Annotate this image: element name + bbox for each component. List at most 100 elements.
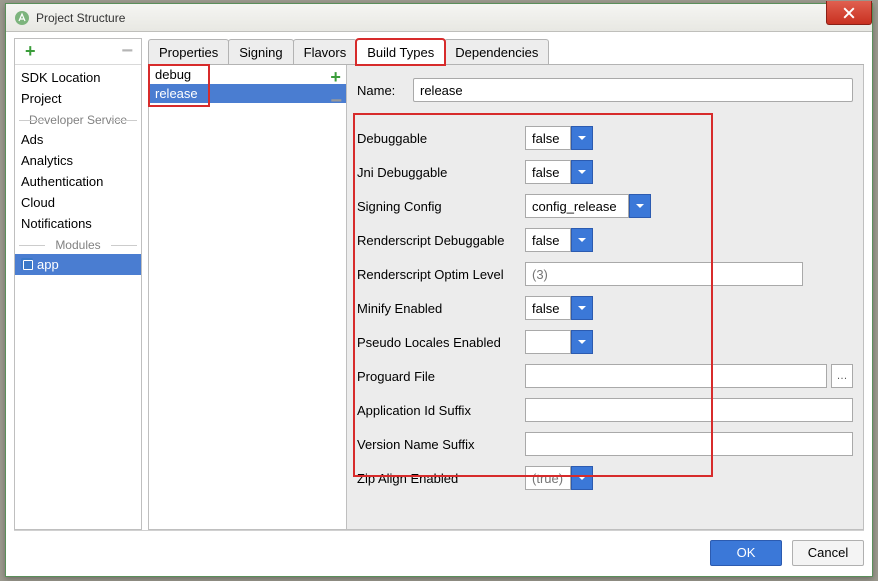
sidebar-item-app[interactable]: app (15, 254, 141, 275)
value-app-id-suffix[interactable] (525, 398, 853, 422)
value-debuggable[interactable] (525, 126, 571, 150)
sidebar-header-developer-services: Developer Service (15, 113, 141, 127)
chevron-down-icon (577, 473, 587, 483)
cancel-button[interactable]: Cancel (792, 540, 864, 566)
sidebar-item-project[interactable]: Project (15, 88, 141, 109)
sidebar-item-label: app (37, 257, 59, 272)
tab-flavors[interactable]: Flavors (293, 39, 358, 64)
sidebar-add-button[interactable]: + (25, 41, 36, 62)
combo-minify-enabled[interactable] (525, 296, 593, 320)
ok-button[interactable]: OK (710, 540, 782, 566)
chevron-down-icon (635, 201, 645, 211)
row-app-id-suffix: Application Id Suffix (357, 393, 853, 427)
build-types-list: debug release + − (149, 65, 347, 529)
dropdown-zip-align[interactable] (571, 466, 593, 490)
dropdown-minify-enabled[interactable] (571, 296, 593, 320)
dialog-body: + − SDK Location Project Developer Servi… (6, 32, 872, 530)
combo-zip-align[interactable] (525, 466, 593, 490)
label-pseudo-locales: Pseudo Locales Enabled (357, 335, 525, 350)
row-name: Name: (357, 73, 853, 107)
sidebar-tools: + − (15, 39, 141, 65)
module-icon (21, 258, 33, 270)
value-zip-align[interactable] (525, 466, 571, 490)
chevron-down-icon (577, 167, 587, 177)
sidebar: + − SDK Location Project Developer Servi… (14, 38, 142, 530)
value-renderscript-optim[interactable] (525, 262, 803, 286)
window-title: Project Structure (36, 11, 125, 25)
label-version-name-suffix: Version Name Suffix (357, 437, 525, 452)
label-app-id-suffix: Application Id Suffix (357, 403, 525, 418)
dropdown-debuggable[interactable] (571, 126, 593, 150)
tab-dependencies[interactable]: Dependencies (444, 39, 549, 64)
label-renderscript-optim: Renderscript Optim Level (357, 267, 525, 282)
dropdown-signing-config[interactable] (629, 194, 651, 218)
row-proguard-file: Proguard File … (357, 359, 853, 393)
proguard-browse-button[interactable]: … (831, 364, 853, 388)
sidebar-item-authentication[interactable]: Authentication (15, 171, 141, 192)
build-types-tools: + − (330, 67, 342, 113)
build-type-release[interactable]: release (149, 84, 346, 103)
row-jni-debuggable: Jni Debuggable (357, 155, 853, 189)
row-renderscript-debuggable: Renderscript Debuggable (357, 223, 853, 257)
main: Properties Signing Flavors Build Types D… (148, 38, 864, 530)
value-renderscript-debuggable[interactable] (525, 228, 571, 252)
row-minify-enabled: Minify Enabled (357, 291, 853, 325)
label-minify-enabled: Minify Enabled (357, 301, 525, 316)
dropdown-pseudo-locales[interactable] (571, 330, 593, 354)
chevron-down-icon (577, 133, 587, 143)
tabs: Properties Signing Flavors Build Types D… (148, 38, 864, 65)
sidebar-item-cloud[interactable]: Cloud (15, 192, 141, 213)
dropdown-jni-debuggable[interactable] (571, 160, 593, 184)
name-label: Name: (357, 83, 413, 98)
row-renderscript-optim: Renderscript Optim Level (357, 257, 853, 291)
value-signing-config[interactable] (525, 194, 629, 218)
sidebar-item-ads[interactable]: Ads (15, 129, 141, 150)
label-signing-config: Signing Config (357, 199, 525, 214)
build-type-debug[interactable]: debug (149, 65, 346, 84)
row-version-name-suffix: Version Name Suffix (357, 427, 853, 461)
value-proguard-file[interactable] (525, 364, 827, 388)
project-structure-window: Project Structure + − SDK Location Proje… (5, 3, 873, 577)
label-renderscript-debuggable: Renderscript Debuggable (357, 233, 525, 248)
sidebar-remove-button[interactable]: − (121, 40, 133, 63)
tab-build-types[interactable]: Build Types (356, 39, 445, 65)
close-button[interactable] (826, 1, 872, 25)
chevron-down-icon (577, 303, 587, 313)
combo-debuggable[interactable] (525, 126, 593, 150)
label-proguard-file: Proguard File (357, 369, 525, 384)
label-debuggable: Debuggable (357, 131, 525, 146)
sidebar-item-notifications[interactable]: Notifications (15, 213, 141, 234)
chevron-down-icon (577, 337, 587, 347)
combo-jni-debuggable[interactable] (525, 160, 593, 184)
dropdown-renderscript-debuggable[interactable] (571, 228, 593, 252)
sidebar-item-sdk-location[interactable]: SDK Location (15, 67, 141, 88)
name-input[interactable] (413, 78, 853, 102)
build-types-remove-button[interactable]: − (330, 90, 342, 113)
label-zip-align: Zip Align Enabled (357, 471, 525, 486)
sidebar-item-analytics[interactable]: Analytics (15, 150, 141, 171)
row-signing-config: Signing Config (357, 189, 853, 223)
row-zip-align: Zip Align Enabled (357, 461, 853, 495)
value-pseudo-locales[interactable] (525, 330, 571, 354)
combo-pseudo-locales[interactable] (525, 330, 593, 354)
titlebar: Project Structure (6, 4, 872, 32)
app-icon (14, 10, 30, 26)
build-type-form: Name: Debuggable Jni Debuggable (347, 65, 863, 529)
chevron-down-icon (577, 235, 587, 245)
value-minify-enabled[interactable] (525, 296, 571, 320)
tab-content: debug release + − Name: (148, 65, 864, 530)
value-jni-debuggable[interactable] (525, 160, 571, 184)
tab-signing[interactable]: Signing (228, 39, 293, 64)
row-debuggable: Debuggable (357, 121, 853, 155)
build-types-add-button[interactable]: + (330, 67, 342, 88)
sidebar-header-modules: Modules (15, 238, 141, 252)
combo-renderscript-debuggable[interactable] (525, 228, 593, 252)
row-pseudo-locales: Pseudo Locales Enabled (357, 325, 853, 359)
footer: OK Cancel (14, 530, 864, 568)
sidebar-list: SDK Location Project Developer Service A… (15, 65, 141, 529)
close-icon (843, 7, 855, 19)
tab-properties[interactable]: Properties (148, 39, 229, 64)
combo-signing-config[interactable] (525, 194, 651, 218)
value-version-name-suffix[interactable] (525, 432, 853, 456)
label-jni-debuggable: Jni Debuggable (357, 165, 525, 180)
